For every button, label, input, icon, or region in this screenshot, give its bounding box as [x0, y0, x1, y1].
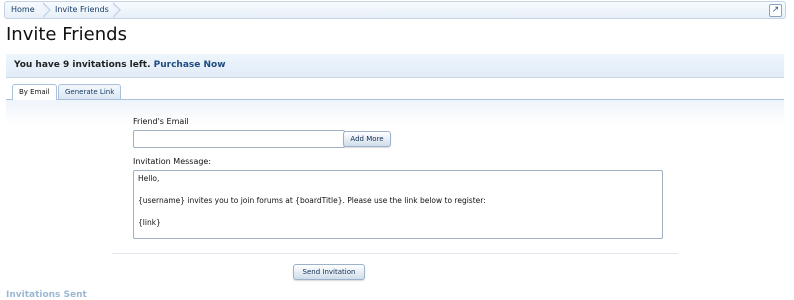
breadcrumb-current-link[interactable]: Invite Friends: [55, 2, 109, 18]
breadcrumb-separator: [112, 2, 121, 18]
jump-to-icon[interactable]: ↗: [769, 4, 782, 17]
tab-generate-link[interactable]: Generate Link: [58, 84, 122, 99]
send-invitation-button[interactable]: Send Invitation: [293, 264, 365, 280]
message-label: Invitation Message:: [133, 157, 212, 166]
invitations-notice: You have 9 invitations left. Purchase No…: [6, 54, 784, 78]
tab-by-email[interactable]: By Email: [12, 84, 57, 100]
message-line: Hello,: [138, 174, 160, 183]
add-more-button[interactable]: Add More: [343, 131, 391, 147]
purchase-now-link[interactable]: Purchase Now: [154, 60, 226, 70]
breadcrumb-separator: [42, 2, 51, 18]
form-divider: [112, 253, 678, 254]
tab-bar: By Email Generate Link: [6, 84, 784, 100]
email-field[interactable]: [133, 130, 345, 148]
email-label: Friend's Email: [133, 117, 189, 126]
invitation-message-textarea[interactable]: Hello, {username} invites you to join fo…: [133, 170, 663, 239]
notice-text: You have 9 invitations left.: [14, 60, 151, 70]
message-line: {link}: [138, 218, 161, 227]
invite-form: Friend's Email Add More Invitation Messa…: [6, 100, 784, 285]
breadcrumb: Home Invite Friends ↗: [4, 1, 786, 19]
message-line: {username} invites you to join forums at…: [138, 196, 486, 205]
invitations-sent-heading: Invitations Sent: [6, 290, 87, 300]
page-title: Invite Friends: [6, 24, 127, 45]
breadcrumb-home-link[interactable]: Home: [11, 2, 35, 18]
